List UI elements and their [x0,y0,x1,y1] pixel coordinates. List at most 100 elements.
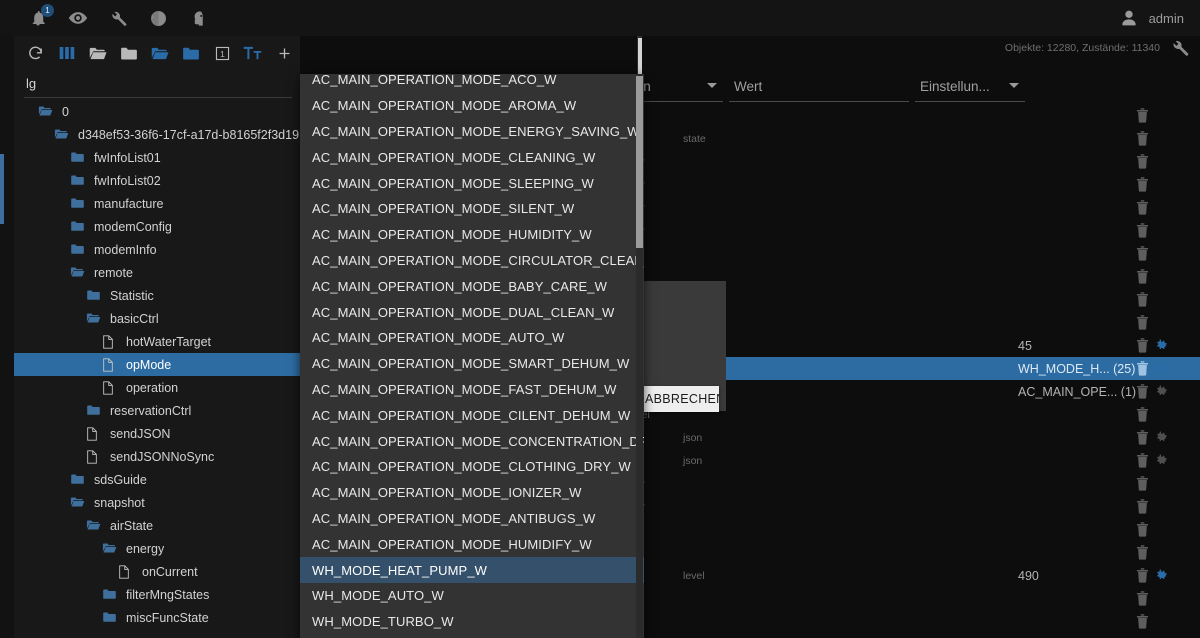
text-size-icon[interactable] [238,38,269,68]
tree-item-d348ef53-36f6-17cf-a17d-b8165f2f3d19[interactable]: d348ef53-36f6-17cf-a17d-b8165f2f3d19 [14,123,300,146]
chevron-down-icon[interactable] [1009,83,1019,88]
gear-icon[interactable] [1155,362,1168,375]
dropdown-option[interactable]: AC_MAIN_OPERATION_MODE_DUAL_CLEAN_W [300,299,644,325]
delete-icon[interactable] [1136,315,1149,330]
dropdown-option[interactable]: WH_MODE_VACATION_W [300,635,644,638]
dropdown-option[interactable]: WH_MODE_AUTO_W [300,583,644,609]
folder-open-icon[interactable] [82,38,113,68]
delete-icon[interactable] [1136,131,1149,146]
tree-item-modemconfig[interactable]: modemConfig [14,215,300,238]
value-select-dropdown[interactable]: AC_MAIN_OPERATION_MODE_ACO_W AC_MAIN_OPER… [300,74,644,638]
delete-icon[interactable] [1136,522,1149,537]
dropdown-option[interactable]: AC_MAIN_OPERATION_MODE_ACO_W [300,74,644,93]
tree-item-sendjsonnosync[interactable]: sendJSONNoSync [14,445,300,468]
filter-wert[interactable]: Wert [729,72,909,102]
dropdown-option[interactable]: AC_MAIN_OPERATION_MODE_SILENT_W [300,196,644,222]
tree-item-oncurrent[interactable]: onCurrent [14,560,300,583]
dropdown-option[interactable]: AC_MAIN_OPERATION_MODE_FAST_DEHUM_W [300,377,644,403]
delete-icon[interactable] [1136,614,1149,629]
tree-item-energy[interactable]: energy [14,537,300,560]
user-account-area[interactable]: admin [1118,7,1200,29]
dropdown-option[interactable]: AC_MAIN_OPERATION_MODE_HUMIDIFY_W [300,531,644,557]
dropdown-option[interactable]: AC_MAIN_OPERATION_MODE_CILENT_DEHUM_W [300,402,644,428]
delete-icon[interactable] [1136,177,1149,192]
dropdown-option[interactable]: WH_MODE_HEAT_PUMP_W [300,557,644,583]
tree-item-filtermngstates[interactable]: filterMngStates [14,583,300,606]
delete-icon[interactable] [1136,108,1149,123]
delete-icon[interactable] [1136,292,1149,307]
tree-item-fwinfolist01[interactable]: fwInfoList01 [14,146,300,169]
dropdown-option[interactable]: AC_MAIN_OPERATION_MODE_AROMA_W [300,93,644,119]
bell-icon[interactable]: 1 [28,4,54,28]
dropdown-option[interactable]: AC_MAIN_OPERATION_MODE_CIRCULATOR_CLEAN_… [300,248,644,274]
dropdown-option[interactable]: AC_MAIN_OPERATION_MODE_CLEANING_W [300,144,644,170]
dropdown-option[interactable]: WH_MODE_TURBO_W [300,609,644,635]
dropdown-option[interactable]: AC_MAIN_OPERATION_MODE_SMART_DEHUM_W [300,351,644,377]
dropdown-option[interactable]: AC_MAIN_OPERATION_MODE_HUMIDITY_W [300,222,644,248]
folder-closed-icon[interactable] [113,38,144,68]
tree-item-opmode[interactable]: opMode [14,353,300,376]
folder-closed-blue-icon[interactable] [176,38,207,68]
folder-open-blue-icon[interactable] [144,38,175,68]
cancel-button[interactable]: ABBRECHEN [641,386,719,412]
head-icon[interactable] [188,8,208,28]
tree-item-hotwatertarget[interactable]: hotWaterTarget [14,330,300,353]
left-rail-scroll-marker[interactable] [0,154,4,224]
tree-item-sendjson[interactable]: sendJSON [14,422,300,445]
delete-icon[interactable] [1136,476,1149,491]
columns-icon[interactable] [51,38,82,68]
dropdown-option[interactable]: AC_MAIN_OPERATION_MODE_CONCENTRATION_DRY… [300,428,644,454]
delete-icon[interactable] [1136,269,1149,284]
delete-icon[interactable] [1136,407,1149,422]
tree-item-modeminfo[interactable]: modemInfo [14,238,300,261]
delete-icon[interactable] [1136,223,1149,238]
dropdown-option[interactable]: AC_MAIN_OPERATION_MODE_IONIZER_W [300,480,644,506]
add-icon[interactable] [269,38,300,68]
tree-item-snapshot[interactable]: snapshot [14,491,300,514]
delete-icon[interactable] [1136,200,1149,215]
dropdown-option[interactable]: AC_MAIN_OPERATION_MODE_CLOTHING_DRY_W [300,454,644,480]
delete-icon[interactable] [1136,361,1149,376]
delete-icon[interactable] [1136,499,1149,514]
gear-icon[interactable] [1155,569,1168,582]
filter-einstellun[interactable]: Einstellun... [915,72,1025,102]
refresh-icon[interactable] [20,38,51,68]
delete-icon[interactable] [1136,384,1149,399]
delete-icon[interactable] [1136,430,1149,445]
brightness-icon[interactable] [148,8,168,28]
tree-item-statistic[interactable]: Statistic [14,284,300,307]
dropdown-option[interactable]: AC_MAIN_OPERATION_MODE_AUTO_W [300,325,644,351]
delete-icon[interactable] [1136,246,1149,261]
settings-wrench-icon[interactable] [1170,38,1190,58]
expand-level-1-icon[interactable]: 1 [207,38,238,68]
tree-item-sdsguide[interactable]: sdsGuide [14,468,300,491]
gear-icon[interactable] [1155,431,1168,444]
delete-icon[interactable] [1136,545,1149,560]
delete-icon[interactable] [1136,568,1149,583]
tree-item-operation[interactable]: operation [14,376,300,399]
dropdown-option[interactable]: AC_MAIN_OPERATION_MODE_SLEEPING_W [300,170,644,196]
tree-item-remote[interactable]: remote [14,261,300,284]
gear-icon[interactable] [1155,339,1168,352]
delete-icon[interactable] [1136,338,1149,353]
search-input[interactable] [24,70,292,98]
dropdown-option[interactable]: AC_MAIN_OPERATION_MODE_ANTIBUGS_W [300,506,644,532]
chevron-down-icon[interactable] [707,83,717,88]
tree-item-basicctrl[interactable]: basicCtrl [14,307,300,330]
gear-icon[interactable] [1155,454,1168,467]
dropdown-scrollbar-thumb[interactable] [636,76,643,248]
tree-item-airstate[interactable]: airState [14,514,300,537]
tree-item-manufacture[interactable]: manufacture [14,192,300,215]
delete-icon[interactable] [1136,453,1149,468]
gear-icon[interactable] [1155,385,1168,398]
dropdown-option[interactable]: AC_MAIN_OPERATION_MODE_BABY_CARE_W [300,273,644,299]
tree-item-miscfuncstate[interactable]: miscFuncState [14,606,300,629]
tree-item-reservationctrl[interactable]: reservationCtrl [14,399,300,422]
object-tree[interactable]: 0 d348ef53-36f6-17cf-a17d-b8165f2f3d19 fwI… [14,100,300,638]
wrench-icon[interactable] [108,8,128,28]
eye-icon[interactable] [68,8,88,28]
delete-icon[interactable] [1136,154,1149,169]
delete-icon[interactable] [1136,591,1149,606]
tree-item-fwinfolist02[interactable]: fwInfoList02 [14,169,300,192]
dropdown-option[interactable]: AC_MAIN_OPERATION_MODE_ENERGY_SAVING_W [300,119,644,145]
